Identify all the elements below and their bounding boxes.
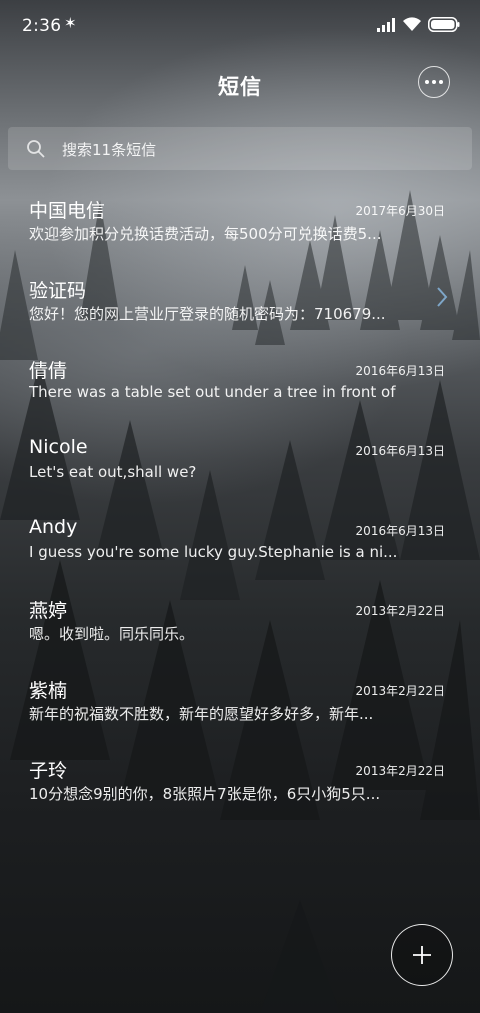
message-date: 2013年2月22日 [355, 604, 445, 618]
message-date: 2013年2月22日 [355, 684, 445, 698]
bluetooth-icon: ✶ [64, 14, 77, 32]
contact-name: Nicole [29, 436, 88, 458]
compose-button[interactable] [391, 924, 453, 986]
contact-name: 燕婷 [29, 600, 68, 622]
status-bar: 2:36 ✶ [0, 0, 480, 52]
conversation-item[interactable]: 子玲 2013年2月22日 10分想念9别的你，8张照片7张是你，6只小狗5只.… [0, 740, 480, 820]
search-input[interactable]: 搜索11条短信 [62, 139, 156, 160]
signal-icon [377, 18, 395, 32]
message-date: 2013年2月22日 [355, 764, 445, 778]
wifi-icon [403, 17, 421, 31]
status-time: 2:36 [22, 16, 62, 36]
message-date: 2016年6月13日 [355, 524, 445, 538]
battery-icon [428, 17, 460, 32]
conversation-item[interactable]: 倩倩 2016年6月13日 There was a table set out … [0, 340, 480, 420]
more-icon [425, 80, 429, 84]
contact-name: 紫楠 [29, 680, 68, 702]
message-preview: 嗯。收到啦。同乐同乐。 [29, 625, 195, 643]
conversation-item[interactable]: 紫楠 2013年2月22日 新年的祝福数不胜数，新年的愿望好多好多，新年... [0, 660, 480, 740]
message-preview: There was a table set out under a tree i… [29, 383, 399, 401]
message-date: 2017年6月30日 [355, 204, 445, 218]
search-icon [27, 140, 45, 158]
message-preview: I guess you're some lucky guy.Stephanie … [29, 543, 398, 561]
conversation-list: 中国电信 2017年6月30日 欢迎参加积分兑换话费活动，每500分可兑换话费5… [0, 180, 480, 820]
conversation-item[interactable]: Nicole 2016年6月13日 Let's eat out,shall we… [0, 420, 480, 500]
contact-name: 中国电信 [29, 200, 106, 222]
message-preview: 欢迎参加积分兑换话费活动，每500分可兑换话费5... [29, 225, 382, 243]
conversation-item[interactable]: 燕婷 2013年2月22日 嗯。收到啦。同乐同乐。 [0, 580, 480, 660]
chevron-right-icon [437, 287, 448, 307]
plus-icon [413, 946, 431, 964]
conversation-item[interactable]: 验证码 您好！您的网上营业厅登录的随机密码为：710679... [0, 260, 480, 340]
page-title: 短信 [218, 75, 262, 99]
message-preview: 您好！您的网上营业厅登录的随机密码为：710679... [29, 305, 386, 323]
message-preview: Let's eat out,shall we? [29, 463, 197, 481]
more-options-button[interactable] [418, 66, 450, 98]
contact-name: 验证码 [29, 280, 87, 302]
message-preview: 10分想念9别的你，8张照片7张是你，6只小狗5只... [29, 785, 381, 803]
conversation-item[interactable]: Andy 2016年6月13日 I guess you're some luck… [0, 500, 480, 580]
message-date: 2016年6月13日 [355, 364, 445, 378]
contact-name: 子玲 [29, 760, 68, 782]
header: 短信 [0, 52, 480, 116]
message-preview: 新年的祝福数不胜数，新年的愿望好多好多，新年... [29, 705, 374, 723]
conversation-item[interactable]: 中国电信 2017年6月30日 欢迎参加积分兑换话费活动，每500分可兑换话费5… [0, 180, 480, 260]
search-bar[interactable]: 搜索11条短信 [8, 127, 472, 170]
contact-name: Andy [29, 516, 78, 538]
contact-name: 倩倩 [29, 360, 68, 382]
message-date: 2016年6月13日 [355, 444, 445, 458]
